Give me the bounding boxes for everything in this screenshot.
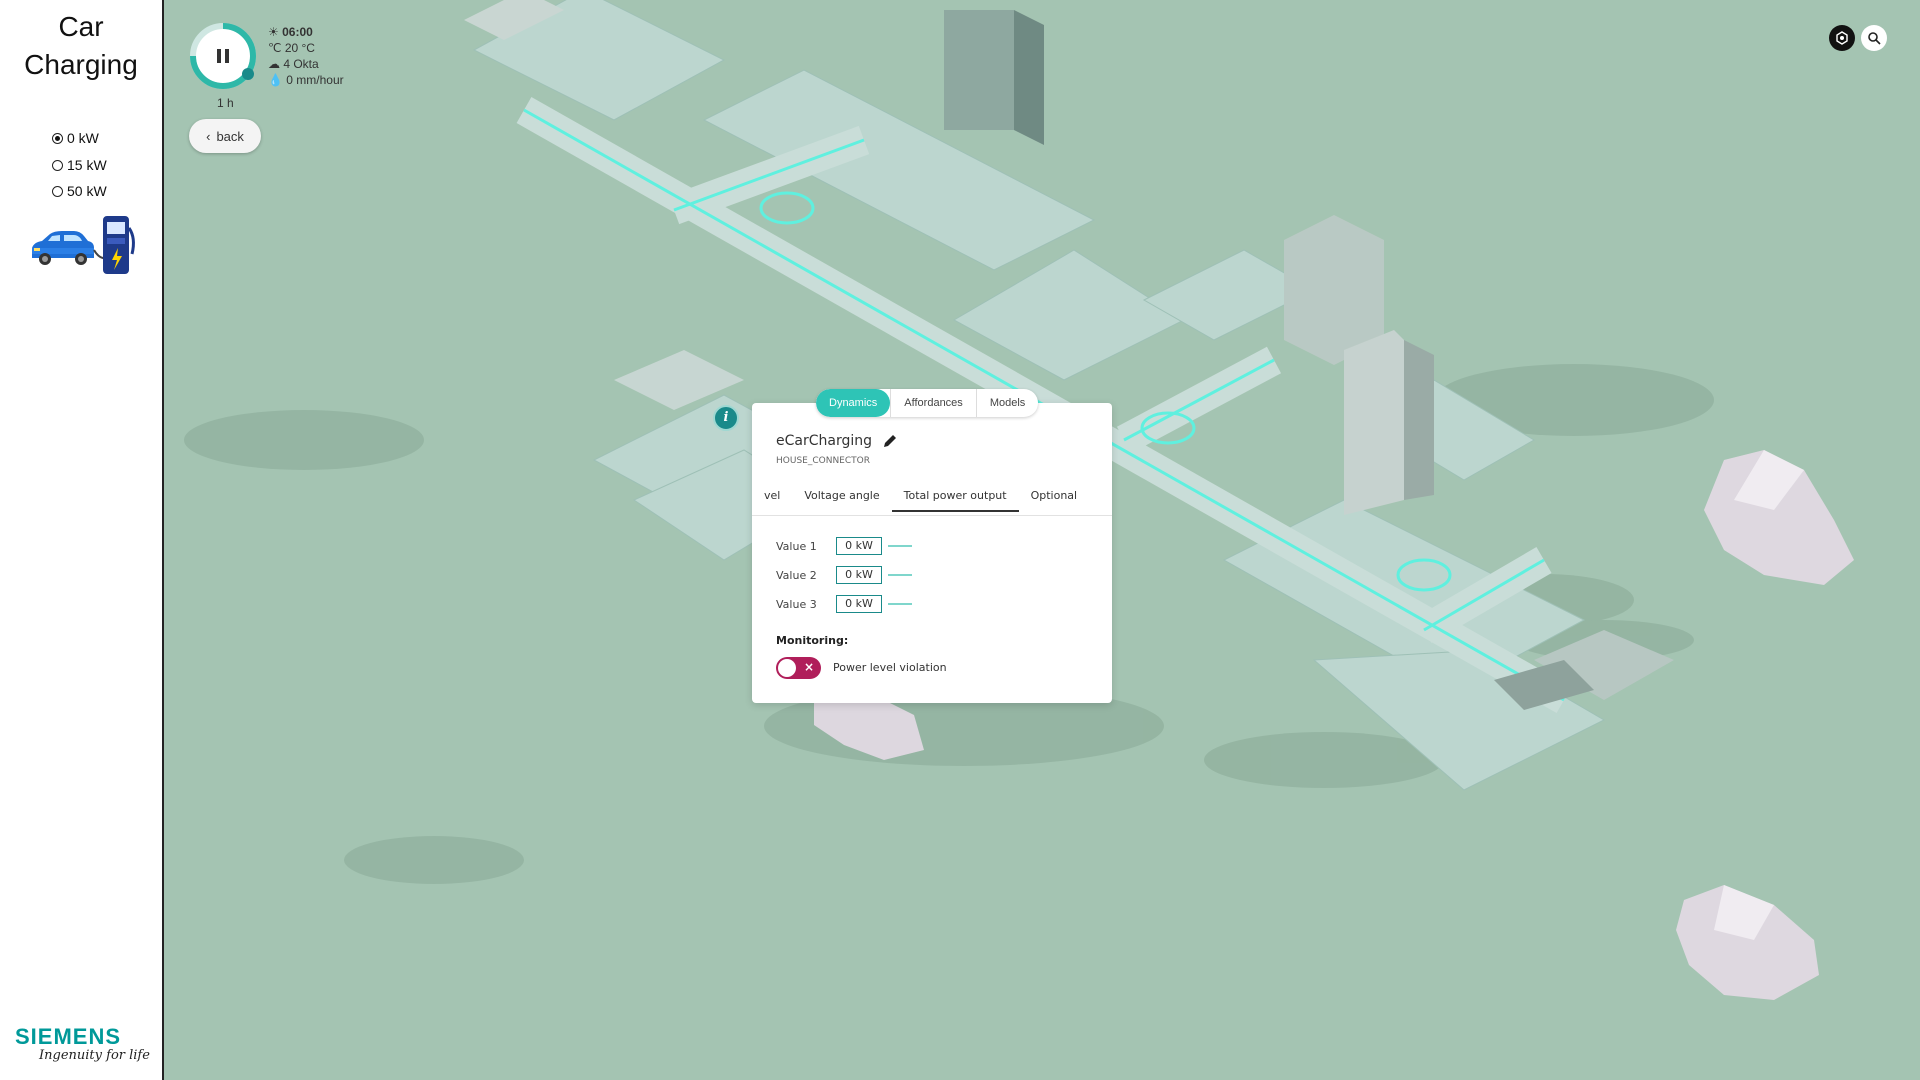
close-icon: × <box>803 660 814 674</box>
playback-clock[interactable] <box>189 22 257 90</box>
siemens-logo: SIEMENS Ingenuity for life <box>15 1024 150 1063</box>
radio-label: 50 kW <box>67 183 107 199</box>
weather-panel: ☀ 06:00 ℃ 20 °C ☁ 4 Okta 💧 0 mm/hour <box>268 24 344 88</box>
value-row: Value 1 0 kW <box>776 537 912 555</box>
search-icon <box>1868 32 1881 45</box>
tab-affordances[interactable]: Affordances <box>890 389 976 417</box>
toggle-label: Power level violation <box>833 661 947 674</box>
component-subtitle: HOUSE_CONNECTOR <box>776 456 870 466</box>
thermometer-icon: ℃ <box>268 41 282 55</box>
back-button[interactable]: ‹ back <box>189 119 261 153</box>
logo-tagline: Ingenuity for life <box>39 1048 150 1063</box>
time-text: 06:00 <box>282 25 313 39</box>
value-field[interactable]: 0 kW <box>836 566 882 584</box>
tab-voltage-angle[interactable]: Voltage angle <box>792 489 891 512</box>
tab-vel[interactable]: vel <box>764 489 792 512</box>
app-title: Car Charging <box>24 11 138 80</box>
toggle-knob <box>778 659 796 677</box>
rain-icon: 💧 <box>268 73 283 87</box>
search-button[interactable] <box>1861 25 1887 51</box>
radio-label: 0 kW <box>67 130 99 146</box>
value-field[interactable]: 0 kW <box>836 595 882 613</box>
car-charging-illustration <box>32 216 135 274</box>
cloud-icon: ☁ <box>268 57 280 71</box>
pencil-icon[interactable] <box>882 433 898 449</box>
logo-brand: SIEMENS <box>15 1024 122 1049</box>
component-dialog: eCarCharging HOUSE_CONNECTOR vel Voltage… <box>752 403 1112 703</box>
settings-button[interactable] <box>1829 25 1855 51</box>
radio-label: 15 kW <box>67 157 107 173</box>
rain-text: 0 mm/hour <box>286 73 344 87</box>
radio-button[interactable] <box>52 185 63 197</box>
value-label: Value 2 <box>776 568 817 582</box>
radio-option-0kw[interactable]: 0 kW <box>52 130 99 146</box>
back-label: back <box>216 128 244 144</box>
divider <box>752 515 1112 516</box>
settings-icon <box>1836 31 1848 45</box>
series-line <box>888 603 912 605</box>
tab-optional[interactable]: Optional <box>1019 489 1090 512</box>
sidebar: Car Charging 0 kW 15 kW 50 kW SIEMENS In… <box>0 0 164 1080</box>
radio-option-15kw[interactable]: 15 kW <box>52 157 107 173</box>
sun-icon: ☀ <box>268 25 279 39</box>
monitoring-title: Monitoring: <box>776 634 849 647</box>
cloud-text: 4 Okta <box>283 57 319 71</box>
dialog-tab-bar: Dynamics Affordances Models <box>816 389 1039 417</box>
value-field[interactable]: 0 kW <box>836 537 882 555</box>
value-label: Value 3 <box>776 597 817 611</box>
sub-tab-bar: vel Voltage angle Total power output Opt… <box>764 489 1089 512</box>
value-row: Value 2 0 kW <box>776 566 912 584</box>
tab-dynamics[interactable]: Dynamics <box>816 389 891 417</box>
series-line <box>888 574 912 576</box>
car-icon <box>32 231 94 265</box>
radio-option-50kw[interactable]: 50 kW <box>52 183 107 199</box>
value-label: Value 1 <box>776 539 817 553</box>
charging-station-icon <box>103 216 135 274</box>
step-label: 1 h <box>217 96 234 110</box>
component-title: eCarCharging <box>776 433 872 449</box>
power-level-violation-toggle[interactable]: × <box>776 657 821 679</box>
value-row: Value 3 0 kW <box>776 595 912 613</box>
tab-total-power-output[interactable]: Total power output <box>891 489 1019 512</box>
radio-button[interactable] <box>52 132 63 144</box>
info-icon[interactable]: i <box>713 405 739 431</box>
chevron-left-icon: ‹ <box>206 128 211 144</box>
series-line <box>888 545 912 547</box>
temperature-text: 20 °C <box>284 41 315 55</box>
tab-models[interactable]: Models <box>975 389 1038 417</box>
radio-button[interactable] <box>52 159 63 171</box>
